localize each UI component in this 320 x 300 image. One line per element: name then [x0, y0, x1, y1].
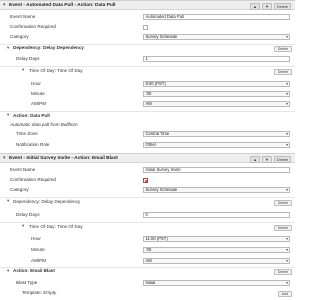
delay-days-label: Delay Days	[16, 56, 40, 61]
hour-label: Hour	[31, 81, 41, 86]
dropdown-arrow-icon: ▾	[286, 237, 288, 241]
category-label: Category	[10, 187, 29, 192]
dependency-title: Dependency: Delay Dependency	[13, 45, 84, 50]
chevron-down-icon[interactable]: ▾	[22, 223, 24, 229]
chevron-down-icon[interactable]: ▾	[22, 67, 24, 73]
delete-event-button[interactable]: Delete	[274, 2, 291, 10]
category-select[interactable]: Survey Schedule ▾	[143, 187, 290, 193]
ampm-select[interactable]: AM ▾	[143, 258, 290, 264]
time-of-day-title: Time Of Day: Time Of Day	[29, 68, 83, 73]
action-description: Automatic data pull from Bullhorn	[10, 122, 78, 127]
event-header-initial-survey-invite[interactable]: ▾ Event - Initial Survey Invite - Action…	[0, 153, 295, 163]
minute-label: Minute	[31, 247, 45, 252]
event-header-automated-data-pull[interactable]: ▾ Event - Automated Data Pull - Action: …	[0, 0, 295, 10]
event-name-field[interactable]: Initial Survey Invite	[143, 167, 290, 173]
event-name-label: Event Name	[10, 14, 36, 19]
chevron-down-icon[interactable]: ▾	[7, 45, 9, 51]
minute-select[interactable]: :00 ▾	[143, 91, 290, 97]
event-name-field[interactable]: Automated Data Pull	[143, 14, 290, 20]
minute-label: Minute	[31, 91, 45, 96]
event-name-label: Event Name	[10, 167, 36, 172]
dropdown-arrow-icon: ▾	[286, 102, 288, 106]
delete-dependency-button[interactable]: Delete	[274, 200, 292, 206]
dropdown-arrow-icon: ▾	[286, 132, 288, 136]
dropdown-arrow-icon: ▾	[286, 92, 288, 96]
dependency-title: Dependency: Delay Dependency	[13, 199, 81, 204]
blast-type-label: Blast Type	[16, 280, 38, 285]
dropdown-arrow-icon: ▾	[286, 143, 288, 147]
time-of-day-title: Time Of Day: Time Of Day	[29, 224, 83, 229]
dropdown-arrow-icon: ▾	[286, 188, 288, 192]
notification-role-label: Notification Role	[16, 142, 50, 147]
confirmation-required-checkbox[interactable]	[143, 25, 148, 30]
delete-time-of-day-button[interactable]: Delete	[274, 225, 292, 231]
delay-days-field[interactable]: 1	[143, 56, 290, 62]
action-title: Action: Email Blast	[13, 268, 55, 273]
delete-action-button[interactable]: Delete	[274, 269, 292, 275]
confirmation-required-label: Confirmation Required	[10, 24, 56, 29]
ampm-label: AM/PM	[31, 101, 47, 106]
hour-select[interactable]: 8:00 (PST) ▾	[143, 81, 290, 87]
delete-event-button[interactable]: Delete	[274, 155, 291, 163]
event-title: Event - Automated Data Pull - Action: Da…	[9, 3, 116, 8]
delete-time-of-day-button[interactable]: Delete	[274, 69, 292, 75]
chevron-down-icon[interactable]: ▾	[7, 198, 9, 204]
hour-select[interactable]: 11:00 (PST) ▾	[143, 236, 290, 242]
category-label: Category	[10, 34, 29, 39]
confirmation-required-checkbox[interactable]	[143, 178, 148, 183]
category-select[interactable]: Survey Schedule ▾	[143, 34, 290, 40]
ampm-select[interactable]: AM ▾	[143, 101, 290, 107]
time-zone-select[interactable]: Central Time ▾	[143, 131, 290, 137]
template-value: Empty	[43, 290, 57, 295]
minute-select[interactable]: :00 ▾	[143, 247, 290, 253]
move-up-button[interactable]: ▲	[250, 155, 260, 163]
confirmation-required-label: Confirmation Required	[10, 177, 56, 182]
notification-role-select[interactable]: Other ▾	[143, 142, 290, 148]
chevron-down-icon[interactable]: ▾	[7, 112, 9, 118]
chevron-down-icon[interactable]: ▾	[3, 155, 6, 161]
add-template-button[interactable]: Add	[278, 291, 292, 297]
move-down-button[interactable]: ▼	[262, 2, 272, 10]
hour-label: Hour	[31, 236, 41, 241]
delay-days-field[interactable]: 0	[143, 212, 290, 218]
delete-dependency-button[interactable]: Delete	[274, 46, 292, 52]
dropdown-arrow-icon: ▾	[286, 82, 288, 86]
ampm-label: AM/PM	[31, 258, 47, 263]
template-label: Template: Empty	[22, 290, 57, 295]
event-title: Event - Initial Survey Invite - Action: …	[9, 156, 118, 161]
move-up-button[interactable]: ▲	[250, 2, 260, 10]
action-title: Action: Data Pull	[13, 113, 50, 118]
move-down-button[interactable]: ▼	[262, 155, 272, 163]
delay-days-label: Delay Days	[16, 212, 40, 217]
dropdown-arrow-icon: ▾	[286, 281, 288, 285]
chevron-down-icon[interactable]: ▾	[3, 2, 6, 8]
chevron-down-icon[interactable]: ▾	[7, 268, 9, 274]
blast-type-select[interactable]: Initial ▾	[143, 280, 290, 286]
dropdown-arrow-icon: ▾	[286, 35, 288, 39]
dropdown-arrow-icon: ▾	[286, 248, 288, 252]
time-zone-label: Time Zone	[16, 131, 38, 136]
dropdown-arrow-icon: ▾	[286, 259, 288, 263]
